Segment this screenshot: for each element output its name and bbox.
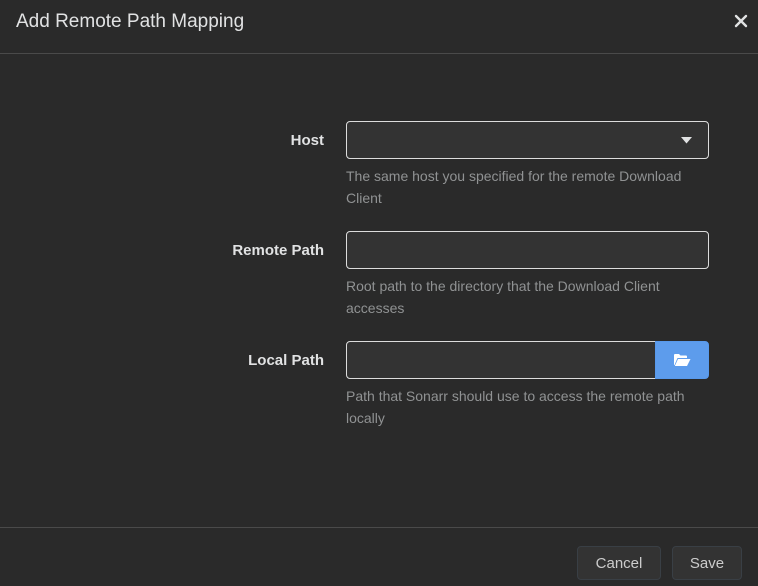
remote-path-field	[346, 231, 709, 269]
remote-path-help-text: Root path to the directory that the Down…	[346, 278, 660, 316]
modal-footer: Cancel Save	[0, 527, 758, 586]
local-path-label: Local Path	[248, 352, 324, 369]
local-path-input[interactable]	[347, 342, 655, 378]
host-select[interactable]	[346, 121, 709, 159]
close-button[interactable]	[732, 10, 750, 32]
host-label: Host	[290, 132, 324, 149]
add-remote-path-mapping-modal: Add Remote Path Mapping Host The same ho…	[0, 0, 758, 586]
save-button[interactable]: Save	[672, 546, 742, 580]
browse-folder-button[interactable]	[655, 341, 709, 379]
folder-open-icon	[674, 354, 691, 366]
modal-body: Host The same host you specified for the…	[0, 55, 758, 527]
host-help-text: The same host you specified for the remo…	[346, 168, 682, 206]
close-icon	[734, 14, 748, 28]
caret-down-icon	[681, 137, 692, 144]
modal-title: Add Remote Path Mapping	[16, 11, 245, 32]
modal-header: Add Remote Path Mapping	[0, 0, 758, 54]
remote-path-input[interactable]	[347, 232, 708, 268]
remote-path-label: Remote Path	[232, 242, 324, 259]
local-path-help-text: Path that Sonarr should use to access th…	[346, 388, 685, 426]
cancel-button[interactable]: Cancel	[577, 546, 661, 580]
local-path-field	[346, 341, 656, 379]
